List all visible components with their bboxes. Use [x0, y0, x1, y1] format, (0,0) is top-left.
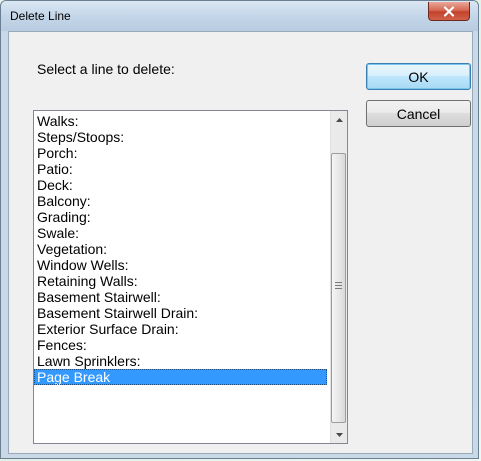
scroll-up-button[interactable] — [331, 111, 347, 128]
list-item[interactable]: Vegetation: — [34, 241, 327, 257]
list-item[interactable]: Basement Stairwell: — [34, 289, 327, 305]
list-item[interactable]: Grading: — [34, 209, 327, 225]
window-title: Delete Line — [10, 9, 71, 23]
scroll-down-arrow-icon — [335, 432, 343, 437]
title-bar[interactable]: Delete Line — [1, 1, 478, 31]
list-item[interactable]: Basement Stairwell Drain: — [34, 305, 327, 321]
list-item[interactable]: Exterior Surface Drain: — [34, 321, 327, 337]
list-item[interactable]: Swale: — [34, 225, 327, 241]
list-item[interactable]: Deck: — [34, 177, 327, 193]
list-item[interactable]: Retaining Walls: — [34, 273, 327, 289]
ok-button[interactable]: OK — [366, 63, 471, 90]
list-item[interactable]: Fences: — [34, 337, 327, 353]
scroll-down-button[interactable] — [331, 426, 347, 443]
list-item[interactable]: Porch: — [34, 145, 327, 161]
close-icon — [443, 5, 455, 17]
list-item[interactable]: Walks: — [34, 113, 327, 129]
vertical-scrollbar[interactable] — [330, 111, 347, 443]
scrollbar-thumb[interactable] — [331, 153, 346, 423]
list-items: Walks: Steps/Stoops: Porch: Patio: Deck: Balc… — [34, 113, 327, 385]
scroll-up-arrow-icon — [335, 117, 343, 122]
list-item[interactable]: Lawn Sprinklers: — [34, 353, 327, 369]
prompt-label: Select a line to delete: — [37, 61, 175, 77]
scrollbar-grip-icon — [335, 282, 342, 291]
list-item[interactable]: Steps/Stoops: — [34, 129, 327, 145]
list-item[interactable]: Window Wells: — [34, 257, 327, 273]
cancel-button[interactable]: Cancel — [366, 100, 471, 127]
dialog-client-area: Select a line to delete: OK Cancel Walks… — [8, 31, 473, 454]
line-list[interactable]: Walks: Steps/Stoops: Porch: Patio: Deck: Balc… — [33, 110, 348, 444]
list-item[interactable]: Balcony: — [34, 193, 327, 209]
list-item[interactable]: Page Break — [34, 369, 327, 385]
delete-line-dialog: Delete Line Select a line to delete: OK … — [0, 0, 479, 459]
close-button[interactable] — [428, 2, 470, 21]
list-item[interactable]: Patio: — [34, 161, 327, 177]
